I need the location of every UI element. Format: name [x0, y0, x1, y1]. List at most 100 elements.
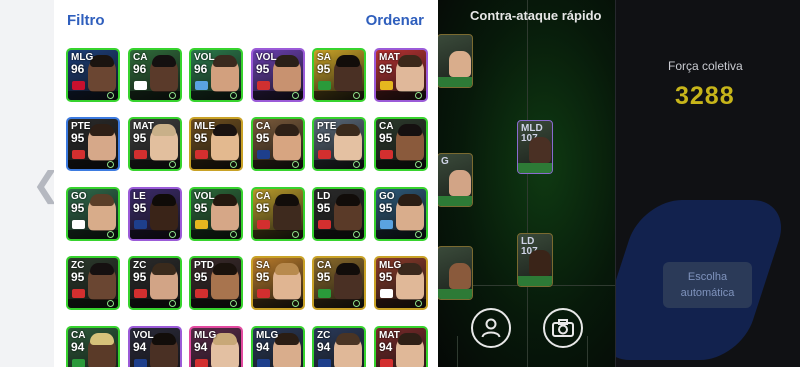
player-card[interactable]: VOL 95 — [251, 48, 305, 102]
player-card[interactable]: GO 95 — [66, 187, 120, 241]
condition-icon — [107, 300, 114, 307]
player-hair — [275, 124, 299, 136]
filter-button[interactable]: Filtro — [67, 12, 105, 29]
player-hair — [213, 194, 237, 206]
pitch-player-card[interactable] — [437, 246, 473, 300]
player-card[interactable]: MAT 94 — [374, 326, 428, 367]
condition-icon — [415, 161, 422, 168]
player-hair — [152, 55, 176, 67]
pitch-player-card[interactable]: MLD 107 — [517, 120, 553, 174]
player-rating: 95 — [379, 131, 393, 145]
player-card[interactable]: VOL 94 — [128, 326, 182, 367]
condition-icon — [415, 231, 422, 238]
condition-icon — [169, 161, 176, 168]
card-body: PTE 95 — [314, 119, 364, 169]
person-icon — [481, 318, 501, 338]
player-card[interactable]: MAT 95 — [128, 117, 182, 171]
player-hair — [336, 55, 360, 67]
player-card[interactable]: SA 95 — [312, 48, 366, 102]
player-card[interactable]: LE 95 — [128, 187, 182, 241]
camera-icon — [552, 319, 574, 337]
club-badge-icon — [257, 359, 270, 367]
player-hair — [275, 263, 299, 275]
player-hair — [336, 124, 360, 136]
player-card[interactable]: ZC 95 — [128, 256, 182, 310]
camera-button[interactable] — [543, 308, 583, 348]
player-card[interactable]: LD 95 — [312, 187, 366, 241]
player-rating: 95 — [317, 131, 331, 145]
club-badge-icon — [380, 150, 393, 159]
condition-icon — [107, 161, 114, 168]
card-body: MLE 95 — [191, 119, 241, 169]
player-card[interactable]: PTE 95 — [312, 117, 366, 171]
club-badge-icon — [380, 81, 393, 90]
player-rating: 95 — [194, 270, 208, 284]
card-body: LE 95 — [130, 189, 180, 239]
player-card[interactable]: VOL 96 — [189, 48, 243, 102]
player-card[interactable]: PTE 95 — [66, 117, 120, 171]
player-card[interactable]: MLG 95 — [374, 256, 428, 310]
condition-icon — [292, 92, 299, 99]
pitch-player-card[interactable]: LD 107 — [517, 233, 553, 287]
club-badge-icon — [72, 150, 85, 159]
player-card[interactable]: CA 96 — [128, 48, 182, 102]
condition-icon — [292, 231, 299, 238]
player-card[interactable]: ZC 95 — [66, 256, 120, 310]
player-rating: 94 — [133, 340, 147, 354]
card-body: MLG 94 — [191, 328, 241, 367]
card-body: VOL 95 — [253, 50, 303, 100]
player-hair — [90, 263, 114, 275]
club-badge-icon — [134, 81, 147, 90]
player-rating: 96 — [194, 62, 208, 76]
club-badge-icon — [380, 359, 393, 367]
player-card[interactable]: ZC 94 — [312, 326, 366, 367]
player-hair — [90, 333, 114, 345]
panel-header: Filtro Ordenar — [54, 0, 438, 42]
player-rating: 95 — [256, 201, 270, 215]
player-rating: 95 — [133, 201, 147, 215]
player-rating: 96 — [71, 62, 85, 76]
sort-button[interactable]: Ordenar — [366, 12, 424, 29]
player-card[interactable]: MLG 96 — [66, 48, 120, 102]
pitch-player-card[interactable] — [437, 34, 473, 88]
club-badge-icon — [72, 81, 85, 90]
card-footer — [438, 77, 472, 87]
player-card[interactable]: VOL 95 — [189, 187, 243, 241]
condition-icon — [230, 231, 237, 238]
auto-select-button[interactable]: Escolha automática — [663, 262, 752, 308]
condition-icon — [230, 92, 237, 99]
pitch-player-card[interactable]: G — [437, 153, 473, 207]
card-body: PTD 95 — [191, 258, 241, 308]
player-card[interactable]: MAT 95 — [374, 48, 428, 102]
club-badge-icon — [134, 220, 147, 229]
player-card[interactable]: PTD 95 — [189, 256, 243, 310]
player-card[interactable]: CA 95 — [312, 256, 366, 310]
player-photo — [529, 137, 551, 163]
player-card[interactable]: MLG 94 — [189, 326, 243, 367]
player-hair — [213, 124, 237, 136]
club-badge-icon — [134, 359, 147, 367]
card-body: GO 95 — [376, 189, 426, 239]
club-badge-icon — [318, 150, 331, 159]
card-body: ZC 95 — [68, 258, 118, 308]
player-card[interactable]: CA 95 — [251, 187, 305, 241]
right-panel: Força coletiva 3288 Escolha automática — [615, 0, 800, 367]
player-card[interactable]: CA 94 — [66, 326, 120, 367]
player-rating: 94 — [317, 340, 331, 354]
player-card[interactable]: SA 95 — [251, 256, 305, 310]
card-body: CA 95 — [253, 119, 303, 169]
player-card[interactable]: CA 95 — [374, 117, 428, 171]
profile-button[interactable] — [471, 308, 511, 348]
condition-icon — [107, 231, 114, 238]
card-body: ZC 95 — [130, 258, 180, 308]
player-rating: 95 — [317, 62, 331, 76]
card-body: MLG 96 — [68, 50, 118, 100]
player-card[interactable]: GO 95 — [374, 187, 428, 241]
club-badge-icon — [318, 220, 331, 229]
condition-icon — [353, 92, 360, 99]
player-card[interactable]: CA 95 — [251, 117, 305, 171]
player-card[interactable]: MLG 94 — [251, 326, 305, 367]
club-badge-icon — [380, 289, 393, 298]
card-body: VOL 96 — [191, 50, 241, 100]
player-card[interactable]: MLE 95 — [189, 117, 243, 171]
